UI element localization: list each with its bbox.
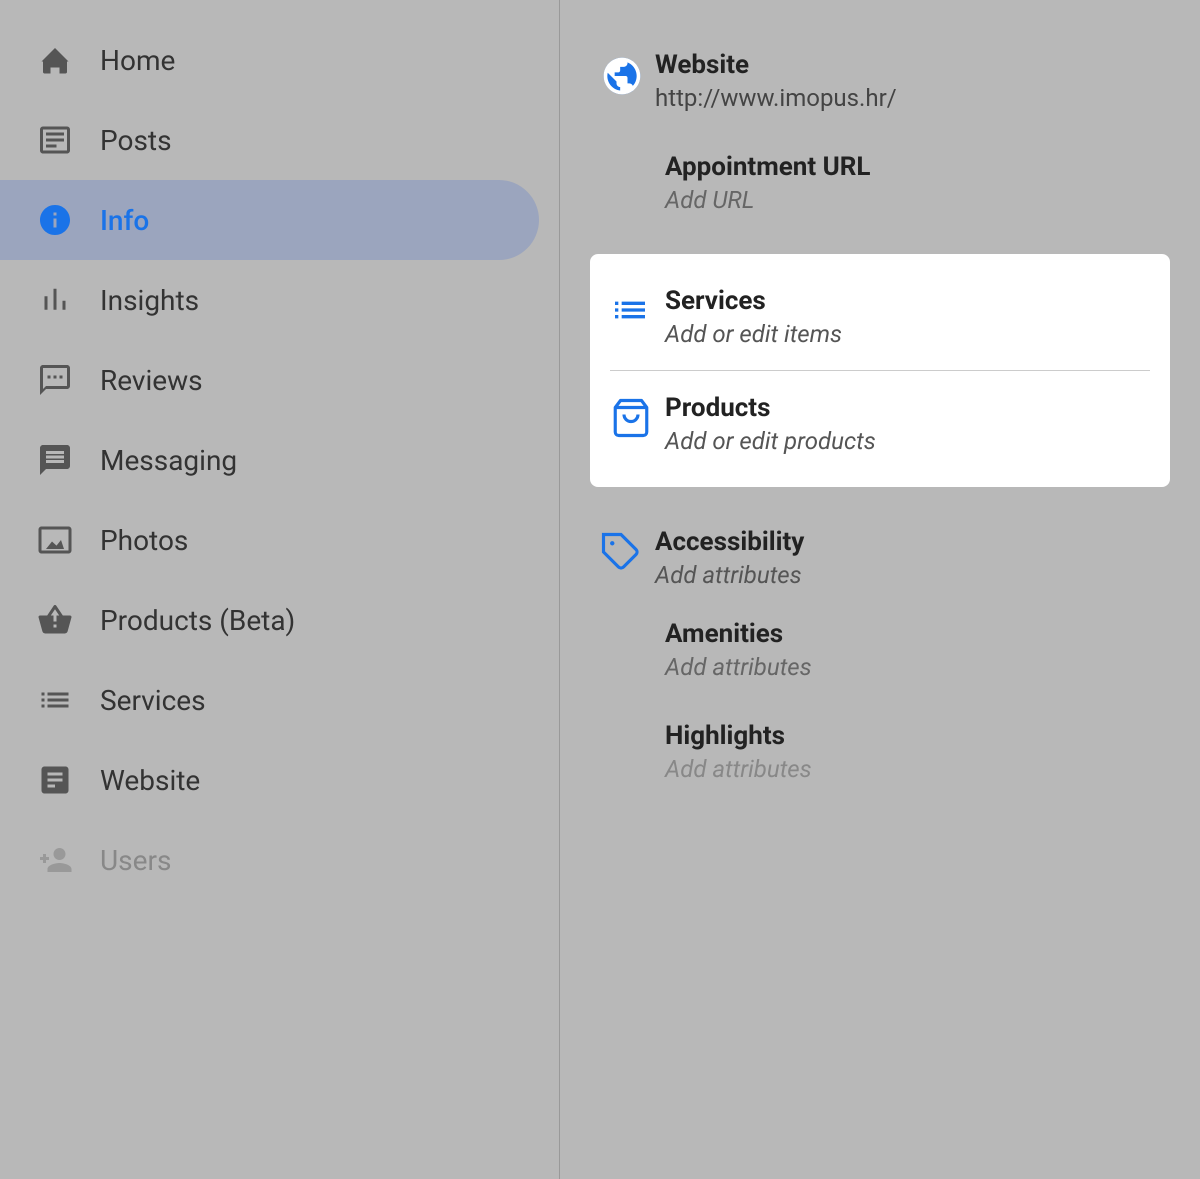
nav-label-reviews: Reviews: [100, 364, 203, 397]
nav-label-services: Services: [100, 684, 206, 717]
nav-label-insights: Insights: [100, 284, 199, 317]
amenities-title: Amenities: [665, 619, 1160, 649]
nav-item-users[interactable]: Users: [0, 820, 559, 900]
nav-item-reviews[interactable]: Reviews: [0, 340, 559, 420]
appointment-url-title: Appointment URL: [665, 152, 1160, 182]
website-content: Website http://www.imopus.hr/: [655, 50, 1160, 112]
products-content: Products Add or edit products: [665, 393, 1150, 455]
products-row[interactable]: Products Add or edit products: [600, 371, 1160, 477]
products-basket-icon: [610, 393, 665, 439]
website-row[interactable]: Website http://www.imopus.hr/: [600, 30, 1160, 132]
insights-icon: [30, 282, 80, 318]
nav-item-home[interactable]: Home: [0, 20, 559, 100]
website-nav-icon: [30, 762, 80, 798]
nav-item-photos[interactable]: Photos: [0, 500, 559, 580]
highlights-title: Highlights: [665, 721, 1160, 751]
accessibility-title: Accessibility: [655, 527, 1160, 557]
nav-label-photos: Photos: [100, 524, 188, 557]
nav-item-insights[interactable]: Insights: [0, 260, 559, 340]
nav-item-products-beta[interactable]: Products (Beta): [0, 580, 559, 660]
nav-item-website[interactable]: Website: [0, 740, 559, 820]
nav-label-info: Info: [100, 204, 149, 237]
products-title: Products: [665, 393, 1150, 423]
nav-label-messaging: Messaging: [100, 444, 237, 477]
appointment-url-subtitle: Add URL: [665, 186, 1160, 214]
nav-label-users: Users: [100, 844, 171, 877]
website-value: http://www.imopus.hr/: [655, 84, 1160, 112]
photos-icon: [30, 522, 80, 558]
accessibility-subtitle: Add attributes: [655, 561, 1160, 589]
services-row[interactable]: Services Add or edit items: [600, 264, 1160, 370]
nav-label-website: Website: [100, 764, 200, 797]
products-subtitle: Add or edit products: [665, 427, 1150, 455]
nav-item-posts[interactable]: Posts: [0, 100, 559, 180]
posts-icon: [30, 122, 80, 158]
website-globe-icon: [600, 50, 655, 98]
highlights-subtitle: Add attributes: [665, 755, 1160, 783]
info-icon: [30, 202, 80, 238]
services-products-card: Services Add or edit items Products Add …: [590, 254, 1170, 487]
accessibility-content: Accessibility Add attributes: [655, 527, 1160, 589]
right-content-panel: Website http://www.imopus.hr/ Appointmen…: [560, 0, 1200, 1179]
services-nav-icon: [30, 682, 80, 718]
appointment-url-block[interactable]: Appointment URL Add URL: [600, 132, 1160, 244]
reviews-icon: [30, 362, 80, 398]
users-icon: [30, 842, 80, 878]
left-nav-panel: Home Posts Info Insights Reviews Messagi…: [0, 0, 560, 1179]
amenities-block[interactable]: Amenities Add attributes: [600, 609, 1160, 701]
services-content: Services Add or edit items: [665, 286, 1150, 348]
accessibility-tag-icon: [600, 527, 655, 573]
messaging-icon: [30, 442, 80, 478]
accessibility-row[interactable]: Accessibility Add attributes: [600, 507, 1160, 609]
services-title: Services: [665, 286, 1150, 316]
nav-label-posts: Posts: [100, 124, 172, 157]
website-title: Website: [655, 50, 1160, 80]
services-list-icon: [610, 286, 665, 330]
nav-item-info[interactable]: Info: [0, 180, 539, 260]
amenities-subtitle: Add attributes: [665, 653, 1160, 681]
nav-item-services[interactable]: Services: [0, 660, 559, 740]
nav-label-home: Home: [100, 44, 175, 77]
products-beta-icon: [30, 602, 80, 638]
nav-label-products-beta: Products (Beta): [100, 604, 295, 637]
nav-item-messaging[interactable]: Messaging: [0, 420, 559, 500]
highlights-block[interactable]: Highlights Add attributes: [600, 701, 1160, 803]
services-subtitle: Add or edit items: [665, 320, 1150, 348]
home-icon: [30, 42, 80, 78]
